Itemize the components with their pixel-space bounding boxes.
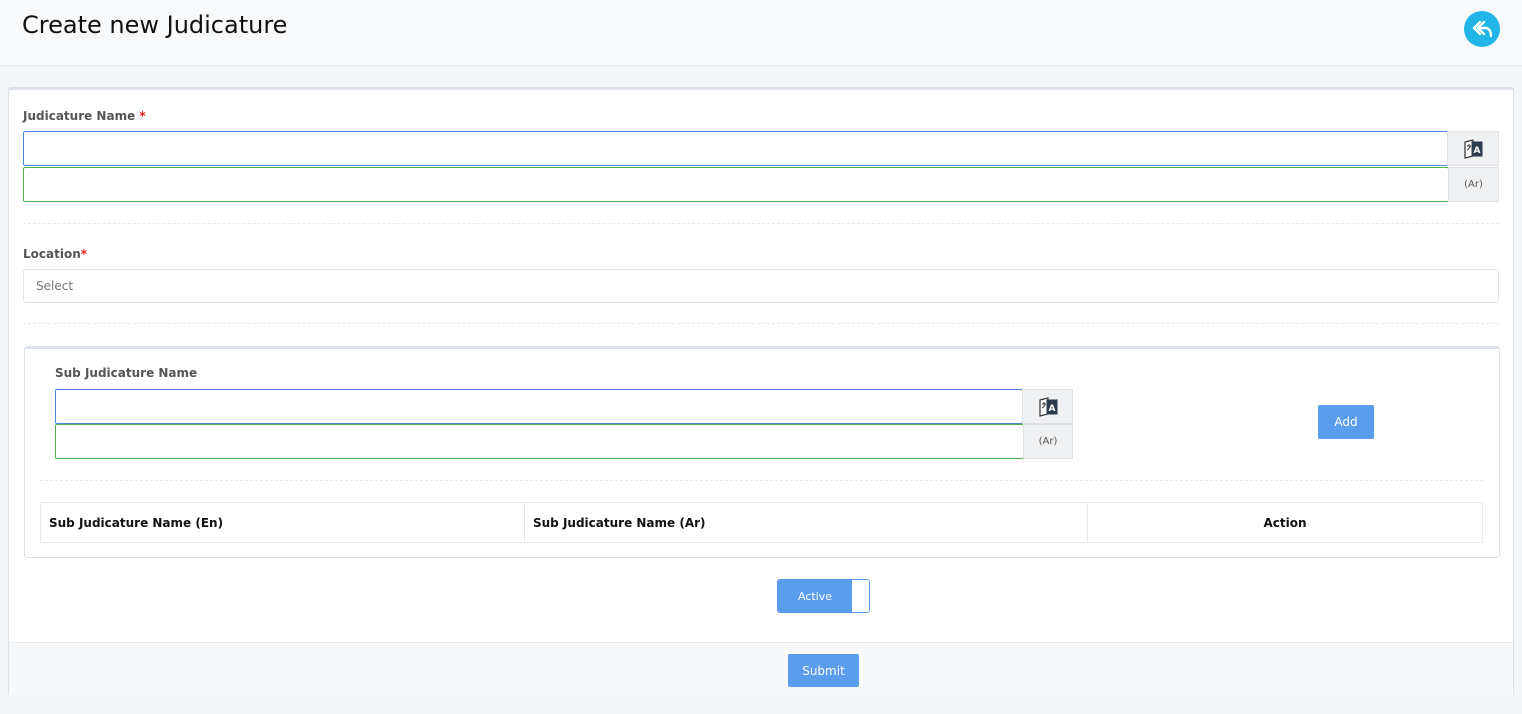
column-header-ar: Sub Judicature Name (Ar)	[524, 502, 1088, 543]
location-placeholder: Select	[36, 279, 74, 293]
divider	[40, 480, 1483, 481]
sub-judicature-label: Sub Judicature Name	[55, 366, 198, 380]
judicature-name-en-input[interactable]	[23, 131, 1448, 166]
judicature-name-label-text: Judicature Name	[23, 109, 136, 123]
sub-judicature-table: Sub Judicature Name (En) Sub Judicature …	[40, 502, 1483, 543]
judicature-name-label: Judicature Name *	[23, 109, 146, 123]
judicature-name-ar-input[interactable]	[23, 167, 1449, 202]
active-toggle-label: Active	[778, 580, 852, 612]
required-mark: *	[80, 247, 88, 261]
judicature-form-card: Judicature Name * A (Ar) Location* Selec…	[8, 87, 1514, 696]
location-select[interactable]: Select	[23, 269, 1499, 303]
location-label-text: Location	[23, 247, 81, 261]
svg-text:A: A	[1048, 404, 1055, 414]
page-title: Create new Judicature	[22, 11, 288, 39]
required-mark: *	[139, 109, 146, 123]
sub-ar-addon: (Ar)	[1023, 424, 1073, 459]
table-header-row: Sub Judicature Name (En) Sub Judicature …	[40, 502, 1483, 543]
active-toggle[interactable]: Active	[777, 579, 870, 613]
column-header-action: Action	[1087, 502, 1483, 543]
page-header: Create new Judicature	[0, 0, 1522, 66]
translate-button[interactable]: A	[1447, 131, 1499, 166]
add-sub-judicature-button[interactable]: Add	[1318, 405, 1374, 439]
reply-all-icon	[1472, 20, 1493, 38]
divider	[23, 223, 1499, 224]
translate-icon: A	[1038, 396, 1057, 417]
sub-translate-button[interactable]: A	[1022, 389, 1073, 424]
card-footer: Submit	[9, 642, 1513, 696]
svg-text:A: A	[1474, 146, 1481, 156]
submit-button[interactable]: Submit	[788, 654, 859, 687]
back-button[interactable]	[1464, 11, 1500, 47]
divider	[23, 323, 1499, 324]
location-label: Location*	[23, 247, 87, 261]
ar-addon: (Ar)	[1448, 167, 1499, 202]
toggle-knob	[852, 580, 869, 612]
column-header-en: Sub Judicature Name (En)	[40, 502, 525, 543]
translate-icon: A	[1464, 138, 1483, 159]
sub-judicature-ar-input[interactable]	[55, 424, 1024, 459]
sub-judicature-panel: Sub Judicature Name A (Ar) Add Sub Judic…	[24, 346, 1500, 558]
sub-judicature-en-input[interactable]	[55, 389, 1023, 424]
